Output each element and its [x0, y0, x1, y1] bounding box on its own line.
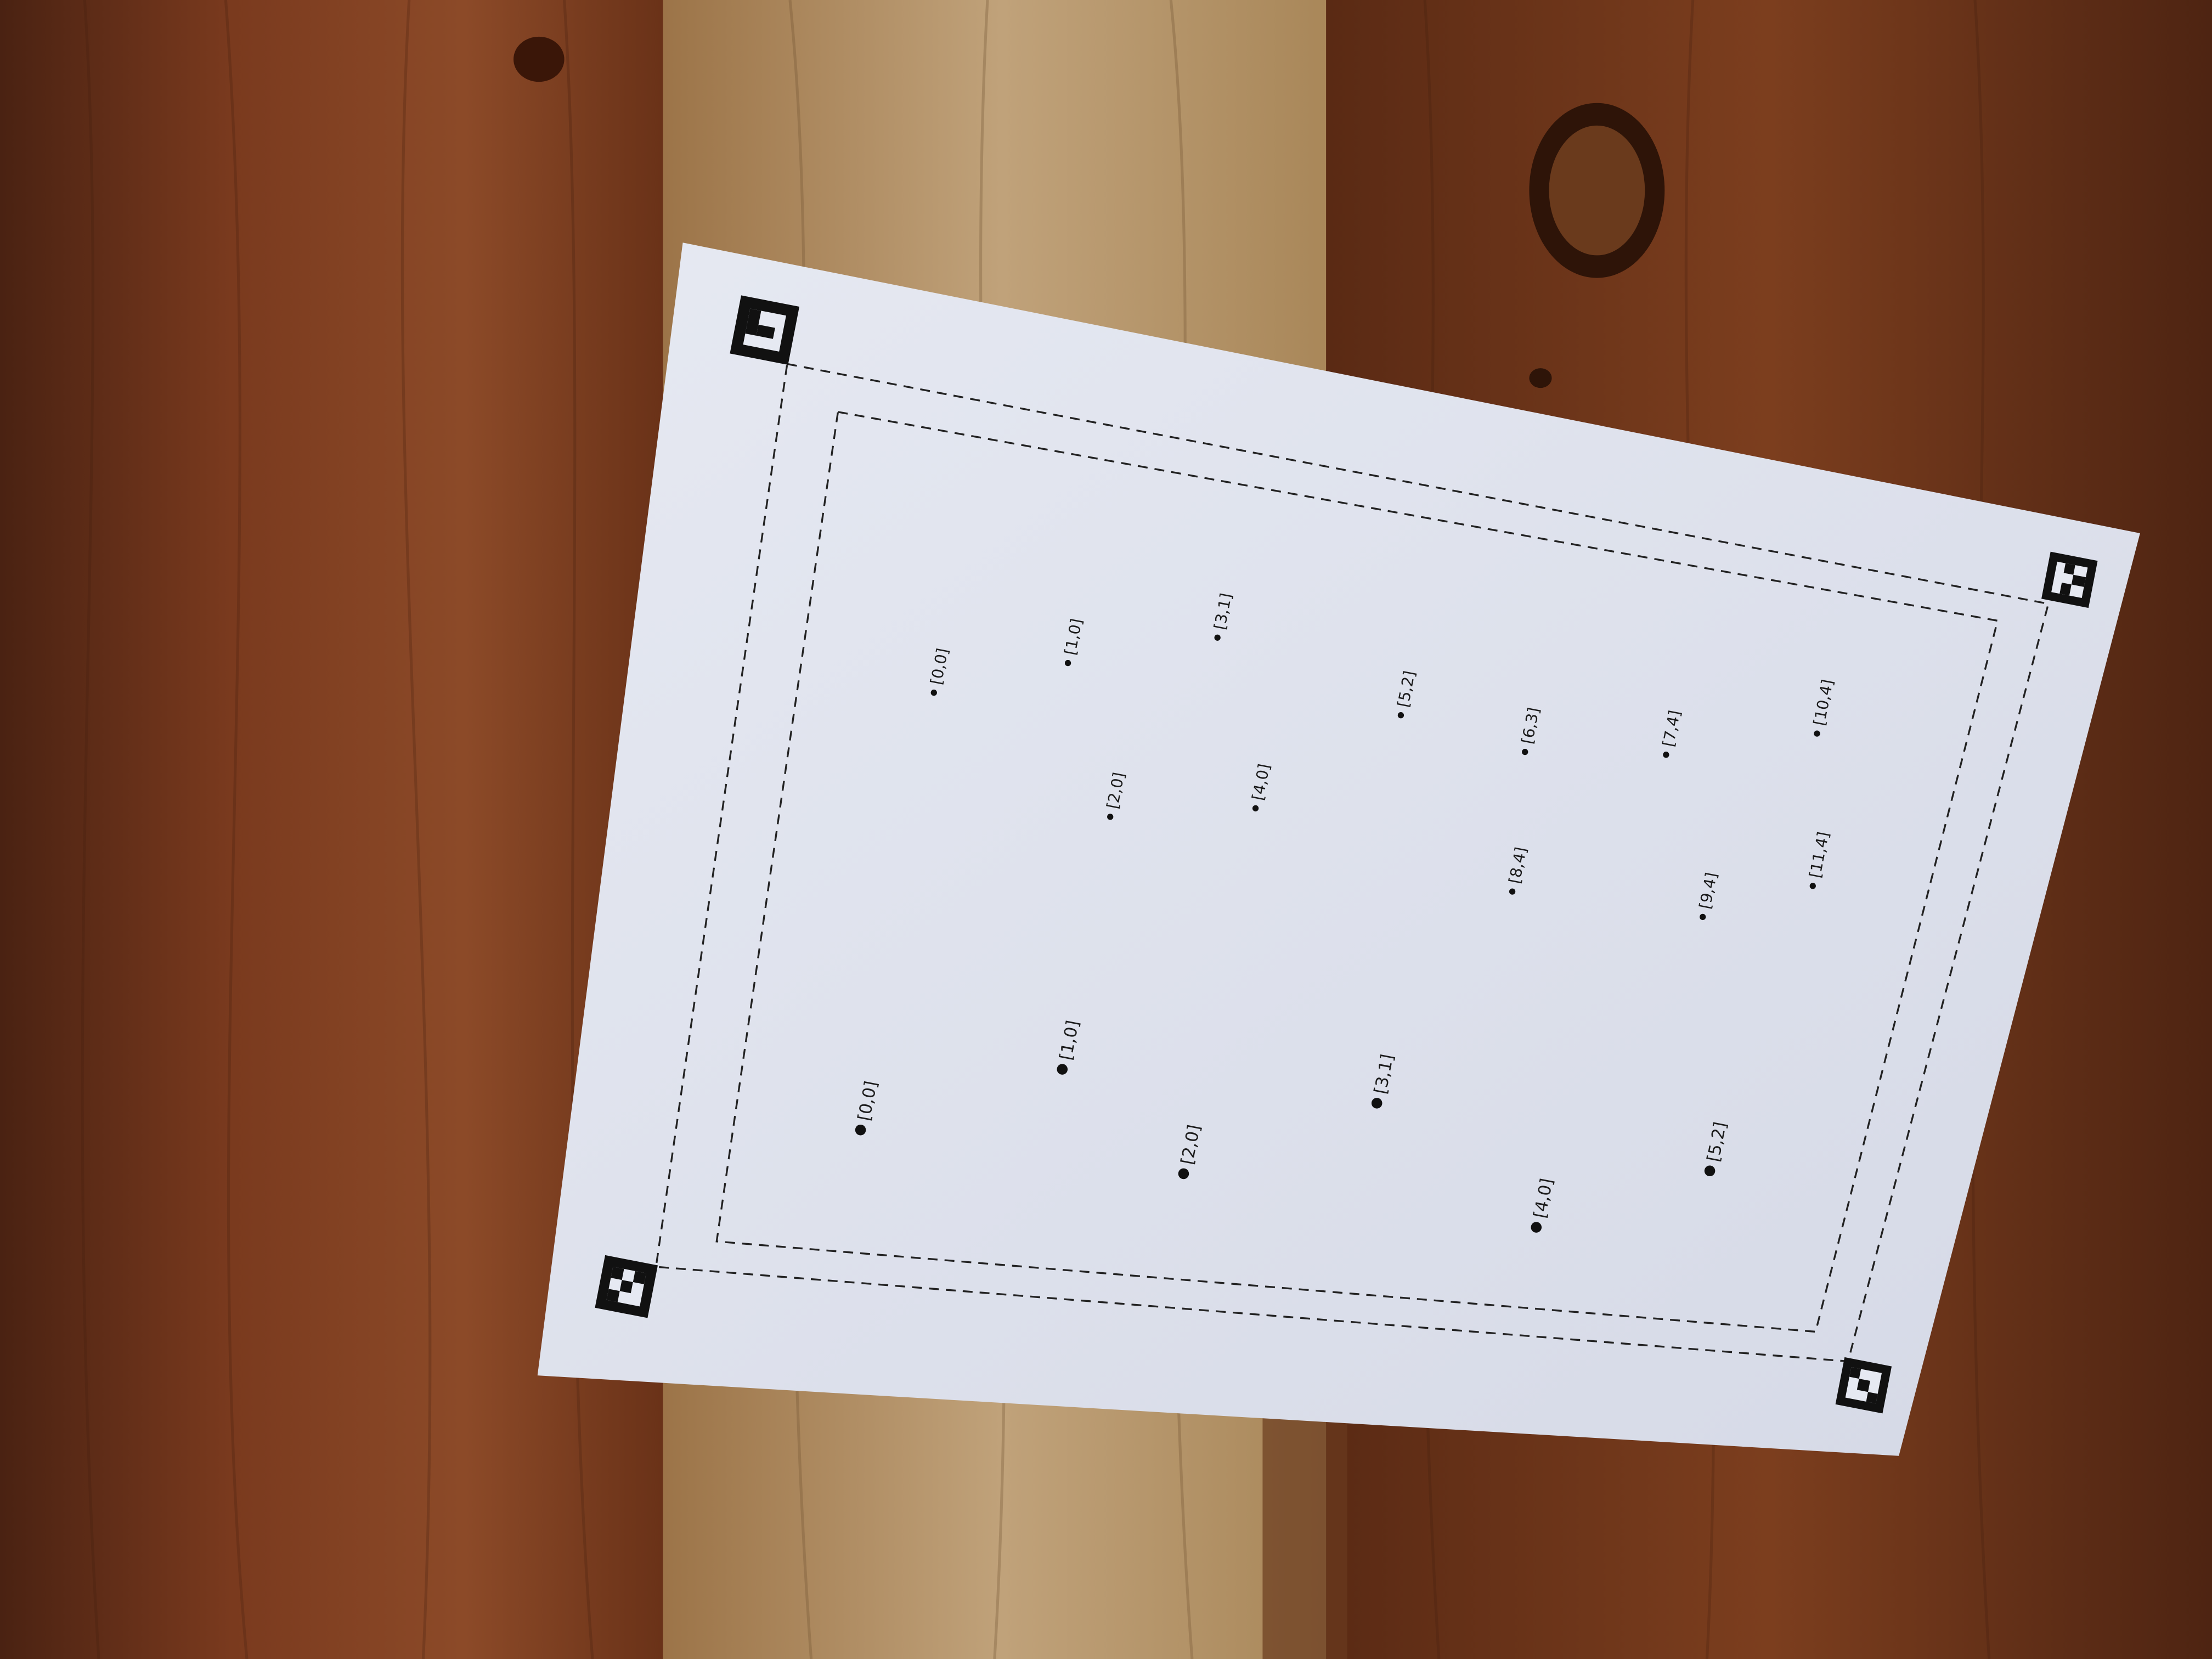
fiducial-top-left [730, 295, 800, 365]
photo-scene: [0,0] [1,0] [3,1] [5,2] [6,3] [7,4] [10,… [0, 0, 2212, 1659]
fiducial-bottom-left [595, 1255, 658, 1318]
fiducial-top-right [2041, 551, 2098, 608]
fiducial-bottom-right [1835, 1357, 1892, 1414]
